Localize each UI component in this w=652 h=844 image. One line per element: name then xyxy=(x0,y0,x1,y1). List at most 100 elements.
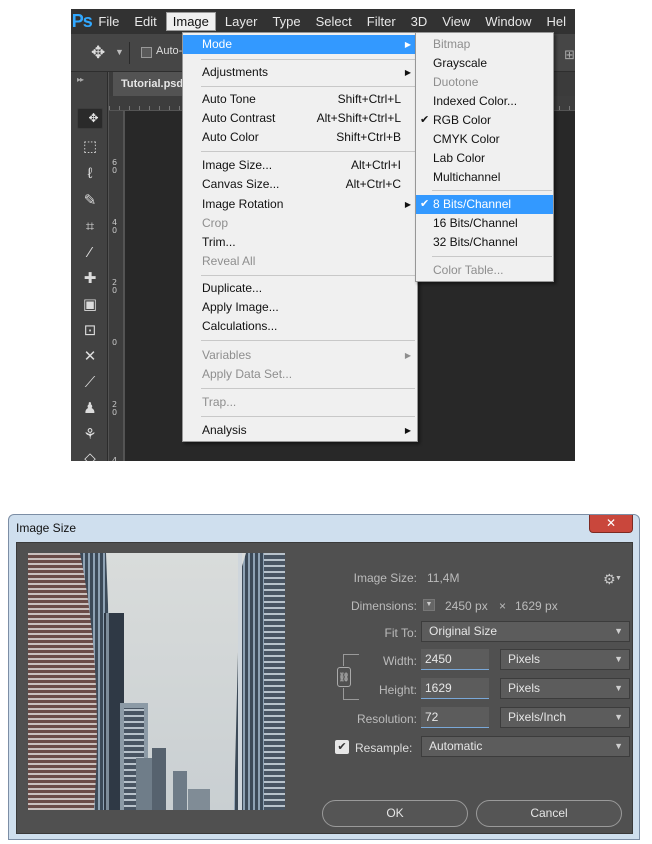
dimensions-height-value: 1629 px xyxy=(515,599,558,613)
menu-file[interactable]: File xyxy=(92,12,125,31)
menu-item-label: Canvas Size... xyxy=(202,177,280,191)
mode-submenu: Bitmap Grayscale Duotone Indexed Color..… xyxy=(415,32,554,282)
height-input[interactable]: 1629 xyxy=(421,678,489,699)
fit-to-select[interactable]: Original Size ▼ xyxy=(421,621,630,642)
menu-item-mode[interactable]: Mode ▶ xyxy=(183,35,417,54)
gear-icon[interactable]: ⚙ xyxy=(603,571,616,588)
menu-filter[interactable]: Filter xyxy=(361,12,402,31)
menu-item-analysis[interactable]: Analysis ▶ xyxy=(183,421,417,440)
auto-select-checkbox[interactable] xyxy=(141,47,152,58)
submenu-item-8-bits[interactable]: ✔ 8 Bits/Channel xyxy=(416,195,553,214)
resample-select[interactable]: Automatic ▼ xyxy=(421,736,630,757)
width-input[interactable]: 2450 xyxy=(421,649,489,670)
chevron-down-icon[interactable]: ▼ xyxy=(615,575,622,582)
menu-item-auto-color[interactable]: Auto Color Shift+Ctrl+B xyxy=(183,128,417,147)
menu-item-image-rotation[interactable]: Image Rotation ▶ xyxy=(183,195,417,214)
ruler-number: 4 0 xyxy=(112,218,118,235)
clone-stamp-tool-icon[interactable]: ♟ xyxy=(77,396,103,420)
menu-item-auto-contrast[interactable]: Auto Contrast Alt+Shift+Ctrl+L xyxy=(183,109,417,128)
menu-item-label: Calculations... xyxy=(202,319,278,333)
cancel-button[interactable]: Cancel xyxy=(476,800,622,827)
move-tool-icon[interactable]: ✥ xyxy=(91,43,105,63)
submenu-item-cmyk-color[interactable]: CMYK Color xyxy=(416,130,553,149)
menu-type[interactable]: Type xyxy=(266,12,306,31)
submenu-item-bitmap: Bitmap xyxy=(416,35,553,54)
image-preview[interactable] xyxy=(28,553,285,810)
ok-button[interactable]: OK xyxy=(322,800,468,827)
height-unit-select[interactable]: Pixels ▼ xyxy=(500,678,630,699)
shortcut-label: Shift+Ctrl+B xyxy=(336,130,401,144)
submenu-item-label: CMYK Color xyxy=(433,132,500,146)
submenu-item-multichannel[interactable]: Multichannel xyxy=(416,168,553,187)
city-preview-image xyxy=(28,553,285,810)
history-brush-tool-icon[interactable]: ⚘ xyxy=(77,422,103,446)
submenu-item-label: Bitmap xyxy=(433,37,471,51)
eraser-tool-icon[interactable]: ◇ xyxy=(77,446,103,461)
vertical-ruler: 6 0 4 0 2 0 0 2 0 4 xyxy=(109,111,124,461)
menu-item-auto-tone[interactable]: Auto Tone Shift+Ctrl+L xyxy=(183,90,417,109)
arrange-icon[interactable]: ⊞ xyxy=(564,47,575,63)
chevron-down-icon[interactable]: ▼ xyxy=(115,47,124,57)
eyedropper-tool-icon[interactable]: ⁄ xyxy=(77,240,103,264)
width-unit-select[interactable]: Pixels ▼ xyxy=(500,649,630,670)
move-tool-icon[interactable]: ✥ xyxy=(77,108,103,129)
menu-item-label: Auto Color xyxy=(202,130,259,144)
document-tab[interactable]: Tutorial.psd xyxy=(113,72,192,96)
resolution-input[interactable]: 72 xyxy=(421,707,489,728)
menu-layer[interactable]: Layer xyxy=(219,12,264,31)
submenu-item-32-bits[interactable]: 32 Bits/Channel xyxy=(416,233,553,252)
menu-item-label: Auto Contrast xyxy=(202,111,276,125)
menu-item-label: Trim... xyxy=(202,235,236,249)
menu-separator xyxy=(201,59,415,60)
height-label: Height: xyxy=(378,683,417,697)
lasso-tool-icon[interactable]: ℓ xyxy=(77,161,103,185)
healing-brush-tool-icon[interactable]: ✚ xyxy=(77,266,103,290)
content-aware-move-tool-icon[interactable]: ✕ xyxy=(77,344,103,368)
submenu-item-lab-color[interactable]: Lab Color xyxy=(416,149,553,168)
menu-item-trim[interactable]: Trim... xyxy=(183,233,417,252)
menu-item-trap: Trap... xyxy=(183,393,417,412)
menu-separator xyxy=(201,340,415,341)
collapse-arrows-icon[interactable]: ▸▸ xyxy=(77,75,84,84)
menu-item-reveal-all: Reveal All xyxy=(183,252,417,271)
menu-item-apply-image[interactable]: Apply Image... xyxy=(183,298,417,317)
resolution-unit-select[interactable]: Pixels/Inch ▼ xyxy=(500,707,630,728)
shortcut-label: Alt+Shift+Ctrl+L xyxy=(316,111,401,125)
width-unit-value: Pixels xyxy=(508,652,541,666)
menu-edit[interactable]: Edit xyxy=(128,12,162,31)
menu-item-canvas-size[interactable]: Canvas Size... Alt+Ctrl+C xyxy=(183,175,417,194)
submenu-item-16-bits[interactable]: 16 Bits/Channel xyxy=(416,214,553,233)
quick-selection-tool-icon[interactable]: ✎ xyxy=(77,188,103,212)
resample-value: Automatic xyxy=(429,739,483,753)
submenu-item-indexed-color[interactable]: Indexed Color... xyxy=(416,92,553,111)
menu-item-duplicate[interactable]: Duplicate... xyxy=(183,279,417,298)
submenu-item-rgb-color[interactable]: ✔ RGB Color xyxy=(416,111,553,130)
resample-checkbox[interactable]: ✔ xyxy=(335,740,349,754)
submenu-item-label: 16 Bits/Channel xyxy=(433,216,518,230)
close-button[interactable]: ✕ xyxy=(589,515,633,533)
menu-separator xyxy=(432,190,552,191)
image-size-dialog: Image Size ✕ ⚙ ▼ Image Size: 11,4M Dimen… xyxy=(8,514,640,840)
brush-tool-icon[interactable]: ⟋ xyxy=(77,370,103,394)
menu-view[interactable]: View xyxy=(436,12,476,31)
chevron-right-icon: ▶ xyxy=(404,40,411,49)
submenu-item-grayscale[interactable]: Grayscale xyxy=(416,54,553,73)
submenu-item-label: RGB Color xyxy=(433,113,492,127)
menu-window[interactable]: Window xyxy=(479,12,537,31)
chevron-right-icon: ▶ xyxy=(404,200,411,209)
content-aware-tool-icon[interactable]: ⊡ xyxy=(77,318,103,342)
menu-help[interactable]: Hel xyxy=(540,12,572,31)
constrain-proportions-link-icon[interactable]: ⛓ xyxy=(337,667,351,687)
menu-item-calculations[interactable]: Calculations... xyxy=(183,317,417,336)
menu-item-adjustments[interactable]: Adjustments ▶ xyxy=(183,63,417,82)
menu-image[interactable]: Image xyxy=(165,12,216,31)
checkmark-icon: ✔ xyxy=(420,114,430,126)
shortcut-label: Alt+Ctrl+C xyxy=(345,177,401,191)
marquee-tool-icon[interactable]: ⬚ xyxy=(77,134,103,158)
patch-tool-icon[interactable]: ▣ xyxy=(77,292,103,316)
menu-3d[interactable]: 3D xyxy=(405,12,434,31)
dimensions-units-dropdown[interactable]: ▼ xyxy=(423,599,435,611)
crop-tool-icon[interactable]: ⌗ xyxy=(77,214,103,238)
menu-select[interactable]: Select xyxy=(310,12,358,31)
menu-item-image-size[interactable]: Image Size... Alt+Ctrl+I xyxy=(183,156,417,175)
